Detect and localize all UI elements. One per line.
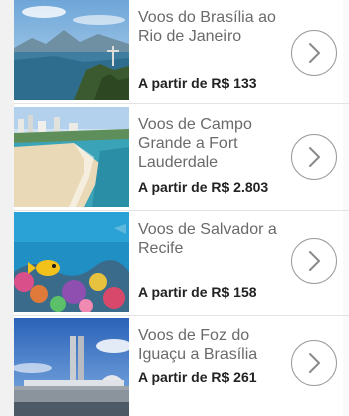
chevron-right-button[interactable] — [291, 340, 337, 386]
offer-title: Voos do Brasília ao Rio de Janeiro — [138, 9, 276, 45]
offer-title: Voos de Foz do Iguaçu a Brasília — [138, 327, 258, 363]
offer-card-foz-do-iguacu-brasilia[interactable]: Voos de Foz do Iguaçu a Brasília A parti… — [14, 318, 349, 416]
chevron-right-icon — [309, 251, 320, 271]
chevron-right-button[interactable] — [291, 134, 337, 180]
flight-offers-list: Voos do Brasília ao Rio de Janeiro A par… — [0, 0, 349, 416]
offer-price: A partir de R$ 158 — [138, 284, 257, 300]
chevron-right-button[interactable] — [291, 30, 337, 76]
offer-title: Voos de Salvador a Recife — [138, 221, 277, 257]
left-margin — [0, 0, 14, 416]
offer-card-salvador-recife[interactable]: Voos de Salvador a Recife A partir de R$… — [14, 212, 349, 316]
offer-price: A partir de R$ 133 — [138, 75, 257, 91]
offer-price: A partir de R$ 2.803 — [138, 179, 269, 195]
chevron-right-button[interactable] — [291, 238, 337, 284]
offer-card-campo-grande-fort-lauderdale[interactable]: Voos de Campo Grande a Fort Lauderdale A… — [14, 107, 349, 211]
rio-de-janeiro-photo[interactable] — [14, 0, 129, 100]
offer-card-brasilia-rio[interactable]: Voos do Brasília ao Rio de Janeiro A par… — [14, 0, 349, 104]
fort-lauderdale-beach-photo[interactable] — [14, 107, 129, 207]
brasilia-congress-photo[interactable] — [14, 318, 129, 416]
offer-title: Voos de Campo Grande a Fort Lauderdale — [138, 116, 252, 171]
offer-price: A partir de R$ 261 — [138, 369, 257, 385]
coral-reef-photo[interactable] — [14, 212, 129, 312]
chevron-right-icon — [309, 43, 320, 63]
chevron-right-icon — [309, 147, 320, 167]
chevron-right-icon — [309, 353, 320, 373]
